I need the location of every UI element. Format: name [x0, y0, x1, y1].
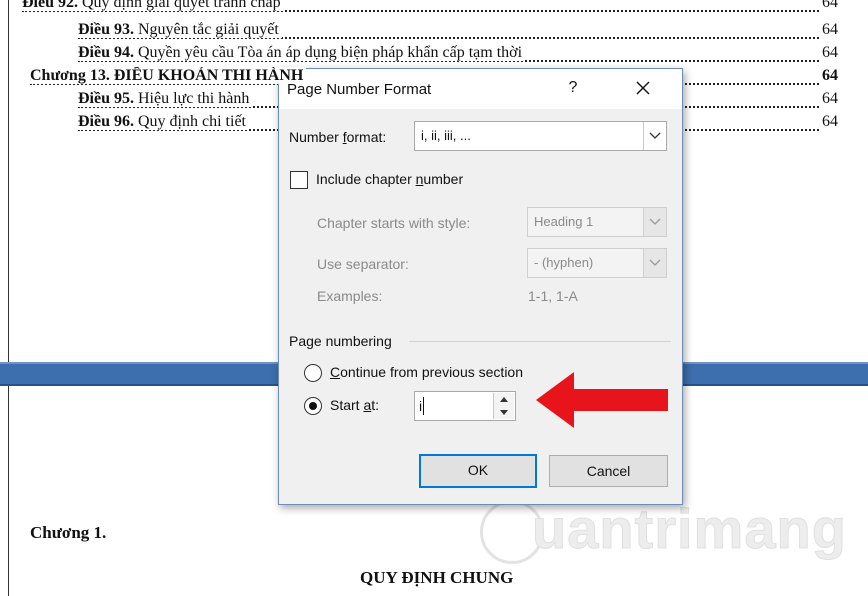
start-at-radio[interactable] [304, 397, 322, 415]
number-format-select[interactable]: i, ii, iii, ... [414, 121, 667, 151]
continue-previous-radio[interactable] [304, 364, 322, 382]
spin-up-button[interactable] [494, 393, 514, 407]
toc-page-number: 64 [819, 0, 838, 12]
number-format-label: Number format: [289, 129, 387, 145]
page-number-format-dialog: Page Number Format ? Number format: i, i… [278, 68, 683, 505]
watermark-text: uantrimang [532, 497, 847, 561]
toc-entry-text: Quy định chi tiết [134, 113, 246, 130]
chapter-heading: Chương 1. [30, 523, 107, 542]
start-at-label[interactable]: Start at: [330, 397, 379, 413]
toc-entry-number: Điều 96. [78, 113, 134, 130]
toc-entry-text: Quyền yêu cầu Tòa án áp dụng biện pháp k… [134, 44, 523, 61]
page-numbering-group-label: Page numbering [289, 333, 392, 349]
toc-entry-number: Điều 95. [78, 90, 134, 107]
help-button[interactable]: ? [561, 75, 585, 101]
dialog-title: Page Number Format [287, 81, 432, 98]
toc-page-number: 64 [819, 90, 838, 108]
toc-entry-text: Quy định giải quyết tranh chấp [78, 0, 281, 11]
chapter-style-label: Chapter starts with style: [317, 215, 471, 231]
start-at-value: i [419, 398, 423, 414]
toc-page-number: 64 [819, 67, 838, 85]
cancel-button[interactable]: Cancel [549, 455, 668, 487]
toc-entry: Điều 92. Quy định giải quyết tranh chấp … [22, 0, 838, 16]
toc-entry: Điều 93. Nguyên tắc giải quyết 64 [78, 21, 838, 43]
toc-entry-number: Chương 13. ĐIỀU KHOẢN THI HÀNH [30, 67, 304, 84]
close-icon [636, 81, 650, 95]
start-at-input[interactable]: i [414, 391, 516, 421]
spin-down-button[interactable] [494, 406, 514, 419]
chevron-down-icon [643, 122, 666, 150]
toc-page-number: 64 [819, 21, 838, 39]
examples-value: 1-1, 1-A [528, 288, 578, 304]
toc-page-number: 64 [819, 44, 838, 62]
include-chapter-label[interactable]: Include chapter number [316, 171, 463, 187]
triangle-down-icon [500, 410, 508, 415]
triangle-up-icon [500, 397, 508, 402]
toc-entry-number: Điều 92. [22, 0, 78, 11]
number-format-value: i, ii, iii, ... [421, 128, 471, 143]
separator-label: Use separator: [317, 256, 409, 272]
red-arrow-icon [536, 372, 668, 428]
separator-select: - (hyphen) [527, 248, 667, 278]
dialog-titlebar[interactable]: Page Number Format ? [279, 69, 682, 109]
start-at-spinner[interactable] [493, 393, 514, 419]
toc-entry: Điều 94. Quyền yêu cầu Tòa án áp dụng bi… [78, 44, 838, 66]
toc-entry-number: Điều 93. [78, 21, 134, 38]
chapter-style-select: Heading 1 [527, 207, 667, 237]
chevron-down-icon [643, 249, 666, 277]
continue-previous-label[interactable]: Continue from previous section [330, 364, 523, 380]
chapter-style-value: Heading 1 [534, 214, 594, 229]
close-button[interactable] [629, 74, 657, 102]
group-divider [409, 341, 671, 342]
toc-entry-text: Hiệu lực thi hành [134, 90, 250, 107]
ok-button[interactable]: OK [419, 454, 537, 488]
chevron-down-icon [643, 208, 666, 236]
toc-page-number: 64 [819, 113, 838, 131]
toc-entry-text: Nguyên tắc giải quyết [134, 21, 279, 38]
include-chapter-checkbox[interactable] [290, 171, 308, 189]
examples-label: Examples: [317, 288, 383, 304]
separator-value: - (hyphen) [534, 255, 594, 270]
text-caret [423, 397, 424, 415]
toc-entry-number: Điều 94. [78, 44, 134, 61]
